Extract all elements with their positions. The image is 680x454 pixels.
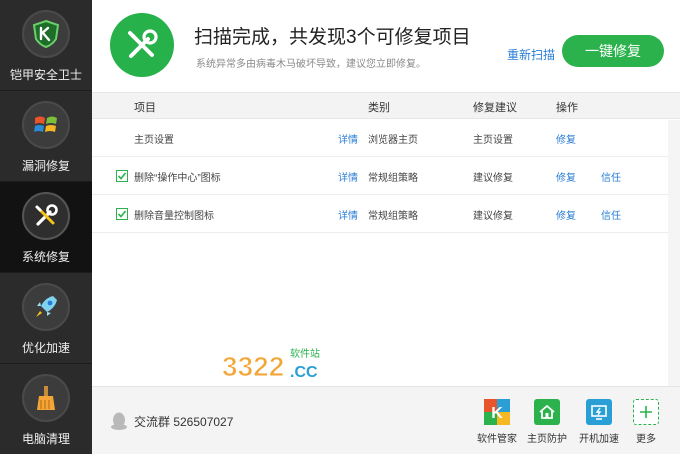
fix-all-button[interactable]: 一键修复: [562, 35, 664, 67]
row-checkbox[interactable]: [116, 170, 128, 182]
boot-accelerate-icon: [586, 399, 612, 425]
item-name: 删除“操作中心”图标: [134, 173, 221, 184]
software-manager-button[interactable]: K 软件管家: [474, 399, 520, 445]
shield-logo-icon: [22, 10, 70, 58]
vertical-scrollbar[interactable]: [668, 120, 680, 386]
tool-label: 更多: [636, 434, 656, 445]
table-row: 删除音量控制图标 详情 常规组策略 建议修复 修复 信任: [92, 195, 668, 233]
item-suggestion: 建议修复: [473, 173, 513, 184]
broom-icon: [22, 374, 70, 422]
watermark-number: 3322: [222, 351, 284, 382]
wrench-screwdriver-icon: [22, 192, 70, 240]
tool-label: 软件管家: [477, 434, 517, 445]
item-category: 常规组策略: [368, 211, 418, 222]
software-manager-icon: K: [484, 399, 510, 425]
fix-link[interactable]: 修复: [556, 131, 576, 146]
page-title: 扫描完成，共发现3个可修复项目: [194, 27, 471, 48]
table-row: 删除“操作中心”图标 详情 常规组策略 建议修复 修复 信任: [92, 157, 668, 195]
sidebar-item-vulnerability[interactable]: 漏洞修复: [0, 91, 92, 182]
scan-result-header: 扫描完成，共发现3个可修复项目 系统异常多由病毒木马破坏导致，建议您立即修复。 …: [92, 0, 680, 92]
page-subtitle: 系统异常多由病毒木马破坏导致，建议您立即修复。: [196, 59, 426, 70]
sidebar-item-system-repair[interactable]: 系统修复: [0, 182, 92, 273]
sidebar-item-home[interactable]: 铠甲安全卫士: [0, 0, 92, 91]
watermark-domain: .CC: [290, 364, 318, 381]
sidebar-item-label: 电脑清理: [21, 432, 70, 446]
watermark-sub: 软件站: [290, 347, 320, 360]
item-category: 浏览器主页: [368, 135, 418, 146]
sidebar-item-label: 漏洞修复: [21, 159, 70, 173]
checkmark-icon: [117, 172, 127, 180]
table-row: 主页设置 详情 浏览器主页 主页设置 修复: [92, 119, 668, 157]
column-header-item: 项目: [134, 102, 156, 114]
qq-group-label: 交流群 526507027: [134, 414, 234, 429]
sidebar-item-label: 系统修复: [21, 250, 70, 264]
column-header-action: 操作: [556, 102, 578, 114]
column-header-category: 类别: [368, 102, 390, 114]
qq-penguin-icon: [111, 412, 127, 430]
rocket-icon: [22, 283, 70, 331]
item-name: 删除音量控制图标: [134, 211, 214, 222]
tool-label: 主页防护: [527, 434, 567, 445]
more-tools-button[interactable]: 更多: [623, 399, 669, 445]
qq-group: 交流群 526507027: [110, 411, 233, 431]
trust-link[interactable]: 信任: [601, 207, 621, 222]
fix-link[interactable]: 修复: [556, 169, 576, 184]
home-protect-icon: [534, 399, 560, 425]
sidebar-item-label: 铠甲安全卫士: [9, 68, 82, 82]
item-category: 常规组策略: [368, 173, 418, 184]
sidebar-item-cleanup[interactable]: 电脑清理: [0, 364, 92, 454]
item-suggestion: 建议修复: [473, 211, 513, 222]
item-suggestion: 主页设置: [473, 135, 513, 146]
rescan-link[interactable]: 重新扫描: [507, 46, 555, 63]
sidebar-item-optimize[interactable]: 优化加速: [0, 273, 92, 364]
sidebar: 铠甲安全卫士 漏洞修复 系统修复 优化加速 电脑清理: [0, 0, 92, 454]
home-protect-button[interactable]: 主页防护: [524, 399, 570, 445]
row-checkbox[interactable]: [116, 208, 128, 220]
repair-tools-icon: [110, 13, 174, 77]
column-header-suggestion: 修复建议: [473, 102, 517, 114]
svg-text:K: K: [491, 405, 503, 422]
boot-accelerate-button[interactable]: 开机加速: [576, 399, 622, 445]
table-header: 项目 类别 修复建议 操作: [92, 92, 680, 119]
trust-link[interactable]: 信任: [601, 169, 621, 184]
footer-bar: 交流群 526507027 K 软件管家 主页防护 开机加速 更多: [92, 386, 680, 454]
tool-label: 开机加速: [579, 434, 619, 445]
detail-link[interactable]: 详情: [338, 131, 358, 146]
checkmark-icon: [117, 210, 127, 218]
sidebar-item-label: 优化加速: [21, 341, 70, 355]
item-name: 主页设置: [134, 135, 174, 146]
detail-link[interactable]: 详情: [338, 169, 358, 184]
plus-icon: [633, 399, 659, 425]
detail-link[interactable]: 详情: [338, 207, 358, 222]
site-watermark: 3322 软件站 .CC: [220, 344, 340, 384]
windows-logo-icon: [22, 101, 70, 149]
fix-link[interactable]: 修复: [556, 207, 576, 222]
